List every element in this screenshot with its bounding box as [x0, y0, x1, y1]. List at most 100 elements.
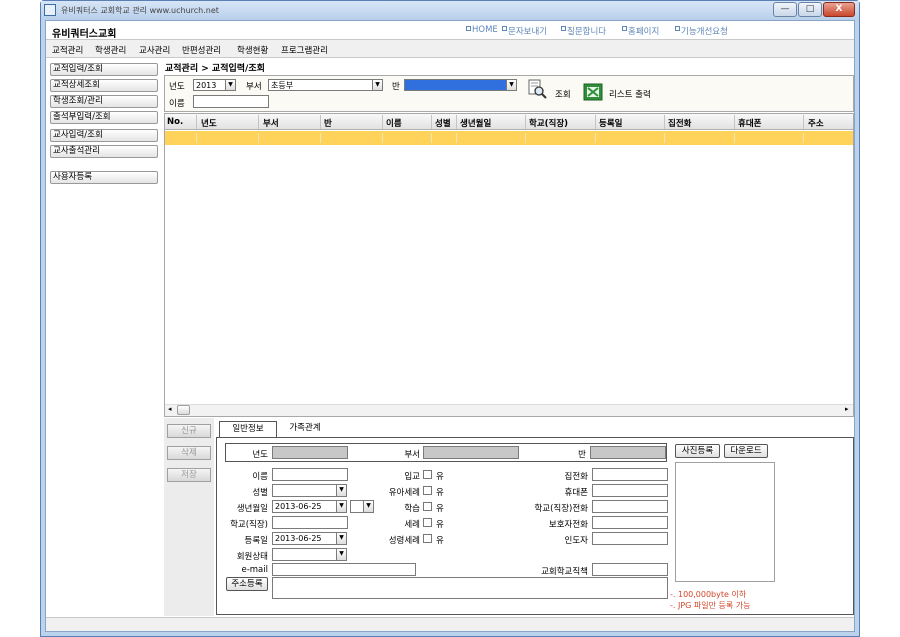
detail-dept-field: [423, 446, 519, 459]
sidebar-item-attendance[interactable]: 출석부입력/조회: [50, 111, 158, 124]
menu-program[interactable]: 프로그램관리: [281, 44, 328, 56]
member-status-select[interactable]: [272, 548, 338, 561]
homepage-link[interactable]: 홈페이지: [622, 25, 659, 37]
sidebar-item-teacher-input[interactable]: 교사입력/조회: [50, 129, 158, 142]
home-phone-field[interactable]: [592, 468, 668, 481]
cell-divider: [803, 133, 804, 143]
catechism-checkbox[interactable]: [423, 502, 432, 511]
email-field[interactable]: [272, 563, 416, 576]
name-field[interactable]: [272, 468, 348, 481]
column-header-reg-date[interactable]: 등록일: [599, 117, 622, 129]
chevron-down-icon[interactable]: ▼: [336, 484, 347, 497]
detail-year-field: [272, 446, 348, 459]
gender-label: 성별: [252, 488, 268, 498]
maximize-button[interactable]: □: [798, 2, 822, 17]
column-header-school[interactable]: 학교(직장): [529, 117, 568, 129]
delete-button[interactable]: 삭제: [167, 446, 211, 460]
table-row[interactable]: [165, 131, 853, 145]
download-button[interactable]: 다운로드: [724, 444, 768, 458]
baptism-checkbox[interactable]: [423, 518, 432, 527]
email-label: e-mail: [241, 565, 268, 575]
bullet-icon: [622, 26, 627, 31]
sidebar-item-user-register[interactable]: 사용자등록: [50, 171, 158, 184]
guide-label: 인도자: [564, 536, 588, 546]
tab-general-info[interactable]: 일반정보: [219, 421, 277, 438]
menu-class[interactable]: 반편성관리: [182, 44, 221, 56]
class-select[interactable]: [404, 79, 508, 91]
school-field[interactable]: [272, 516, 348, 529]
menu-status[interactable]: 학생현황: [237, 44, 268, 56]
home-link[interactable]: HOME: [466, 25, 498, 35]
gender-select[interactable]: [272, 484, 338, 497]
save-button[interactable]: 저장: [167, 468, 211, 482]
search-icon[interactable]: [527, 79, 547, 99]
column-header-birth[interactable]: 생년월일: [460, 117, 491, 129]
menu-member[interactable]: 교적관리: [52, 44, 83, 56]
photo-register-button[interactable]: 사진등록: [675, 444, 720, 458]
chevron-down-icon[interactable]: ▼: [336, 548, 347, 561]
reg-date-picker[interactable]: 2013-06-25: [272, 532, 338, 545]
send-sms-link[interactable]: 문자보내기: [502, 25, 547, 37]
bullet-icon: [675, 26, 680, 31]
scroll-left-icon[interactable]: ◂: [168, 405, 172, 413]
column-header-no[interactable]: No.: [167, 117, 183, 127]
feature-request-link[interactable]: 기능개선요청: [675, 25, 728, 37]
close-button[interactable]: X: [823, 2, 855, 17]
cell-divider: [595, 133, 596, 143]
bullet-icon: [561, 26, 566, 31]
scrollbar-thumb[interactable]: [177, 405, 190, 415]
scroll-right-icon[interactable]: ▸: [845, 405, 849, 413]
guardian-phone-field[interactable]: [592, 516, 668, 529]
spirit-baptism-label: 성령세례: [388, 536, 420, 546]
column-header-address[interactable]: 주소: [808, 117, 824, 129]
chevron-down-icon[interactable]: ▼: [506, 79, 517, 91]
year-select[interactable]: 2013: [193, 79, 227, 91]
menu-student[interactable]: 학생관리: [95, 44, 126, 56]
birth-date-picker[interactable]: 2013-06-25: [272, 500, 338, 513]
birth-label: 생년월일: [236, 504, 268, 514]
dept-select[interactable]: 초등부: [268, 79, 374, 91]
tab-family[interactable]: 가족관계: [282, 421, 328, 438]
address-register-button[interactable]: 주소등록: [226, 577, 268, 591]
chevron-down-icon[interactable]: ▼: [225, 79, 236, 91]
new-button[interactable]: 신규: [167, 424, 211, 438]
spirit-baptism-check-label: 유: [436, 536, 444, 546]
entry-checkbox[interactable]: [423, 470, 432, 479]
export-list-button[interactable]: 리스트 출력: [609, 88, 651, 100]
cell-divider: [258, 133, 259, 143]
photo-box: [675, 462, 775, 582]
sidebar-item-member-detail[interactable]: 교적상세조회: [50, 79, 158, 92]
guide-field[interactable]: [592, 532, 668, 545]
school-phone-field[interactable]: [592, 500, 668, 513]
address-field[interactable]: [272, 577, 668, 599]
church-title-field[interactable]: [592, 563, 668, 576]
mobile-field[interactable]: [592, 484, 668, 497]
name-input[interactable]: [193, 95, 269, 108]
sidebar-item-member-input[interactable]: 교적입력/조회: [50, 63, 158, 76]
column-header-class[interactable]: 반: [324, 117, 332, 129]
sidebar-item-teacher-attendance[interactable]: 교사출석관리: [50, 145, 158, 158]
excel-icon[interactable]: [583, 83, 603, 101]
column-header-mobile[interactable]: 휴대폰: [738, 117, 761, 129]
minimize-button[interactable]: —: [773, 2, 797, 17]
question-link[interactable]: 질문합니다: [561, 25, 606, 37]
infant-baptism-label: 유아세례: [388, 488, 420, 498]
column-header-name[interactable]: 이름: [386, 117, 402, 129]
column-header-home-phone[interactable]: 집전화: [668, 117, 691, 129]
menu-teacher[interactable]: 교사관리: [139, 44, 170, 56]
sidebar-item-student-manage[interactable]: 학생조회/관리: [50, 95, 158, 108]
column-header-year[interactable]: 년도: [201, 117, 217, 129]
search-button[interactable]: 조회: [555, 88, 571, 100]
detail-class-field: [590, 446, 666, 459]
chevron-down-icon[interactable]: ▼: [336, 532, 347, 545]
chevron-down-icon[interactable]: ▼: [336, 500, 347, 513]
spirit-baptism-checkbox[interactable]: [423, 534, 432, 543]
column-divider: [431, 115, 432, 129]
horizontal-scrollbar[interactable]: [165, 404, 853, 416]
column-header-gender[interactable]: 성별: [435, 117, 451, 129]
infant-baptism-checkbox[interactable]: [423, 486, 432, 495]
chevron-down-icon[interactable]: ▼: [372, 79, 383, 91]
calendar-type-select[interactable]: [350, 500, 364, 513]
cell-divider: [382, 133, 383, 143]
column-header-dept[interactable]: 부서: [263, 117, 279, 129]
